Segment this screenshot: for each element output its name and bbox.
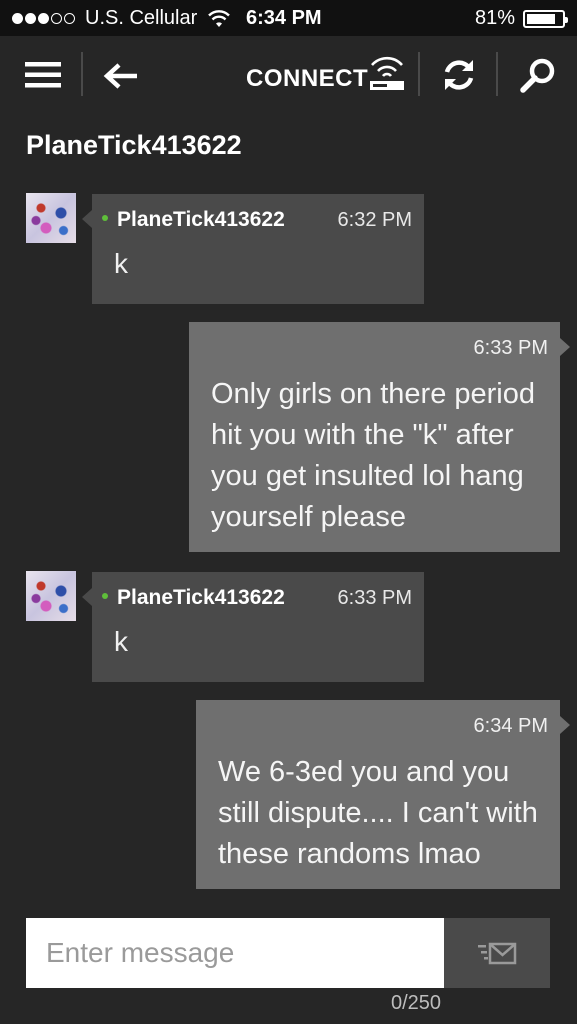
battery-fill — [527, 13, 555, 24]
send-message-icon — [478, 942, 517, 965]
clock: 6:34 PM — [246, 7, 322, 29]
avatar[interactable] — [26, 571, 76, 621]
status-bar: U.S. Cellular 6:34 PM 81% — [0, 0, 577, 36]
console-wifi-icon[interactable] — [368, 54, 406, 94]
send-button[interactable] — [444, 918, 550, 988]
menu-icon[interactable] — [24, 58, 62, 92]
message-timestamp: 6:33 PM — [473, 337, 548, 359]
message-text: We 6-3ed you and you still dispute.... I… — [218, 756, 538, 870]
character-counter: 0/250 — [391, 992, 442, 1014]
online-status-dot — [102, 215, 108, 221]
message-timestamp: 6:33 PM — [337, 587, 412, 609]
avatar[interactable] — [26, 193, 76, 243]
sender-name[interactable]: PlaneTick413622 — [117, 586, 285, 610]
back-arrow-icon[interactable] — [102, 60, 140, 92]
divider — [81, 52, 83, 96]
connect-button[interactable]: CONNECT — [246, 65, 368, 93]
message-input[interactable] — [26, 918, 444, 988]
online-status-dot — [102, 593, 108, 599]
message-text: k — [114, 248, 128, 279]
incoming-message: PlaneTick413622 6:33 PM k — [82, 572, 424, 682]
divider — [418, 52, 420, 96]
signal-strength-icon — [12, 13, 77, 24]
outgoing-message: 6:34 PM We 6-3ed you and you still dispu… — [196, 700, 570, 889]
sender-name[interactable]: PlaneTick413622 — [117, 208, 285, 232]
battery-percent: 81% — [474, 7, 515, 29]
message-text: Only girls on there period hit you with … — [211, 378, 535, 533]
carrier-name: U.S. Cellular — [85, 7, 198, 29]
outgoing-message: 6:33 PM Only girls on there period hit y… — [189, 322, 570, 552]
conversation-title: PlaneTick413622 — [26, 130, 242, 160]
message-timestamp: 6:34 PM — [473, 715, 548, 737]
search-icon[interactable] — [518, 56, 558, 96]
incoming-message: PlaneTick413622 6:32 PM k — [82, 194, 424, 304]
divider — [496, 52, 498, 96]
battery-icon — [523, 9, 568, 28]
refresh-icon[interactable] — [440, 56, 478, 94]
message-timestamp: 6:32 PM — [337, 209, 412, 231]
app-bar: CONNECT — [0, 36, 577, 120]
wifi-icon — [208, 9, 231, 27]
message-text: k — [114, 626, 128, 657]
